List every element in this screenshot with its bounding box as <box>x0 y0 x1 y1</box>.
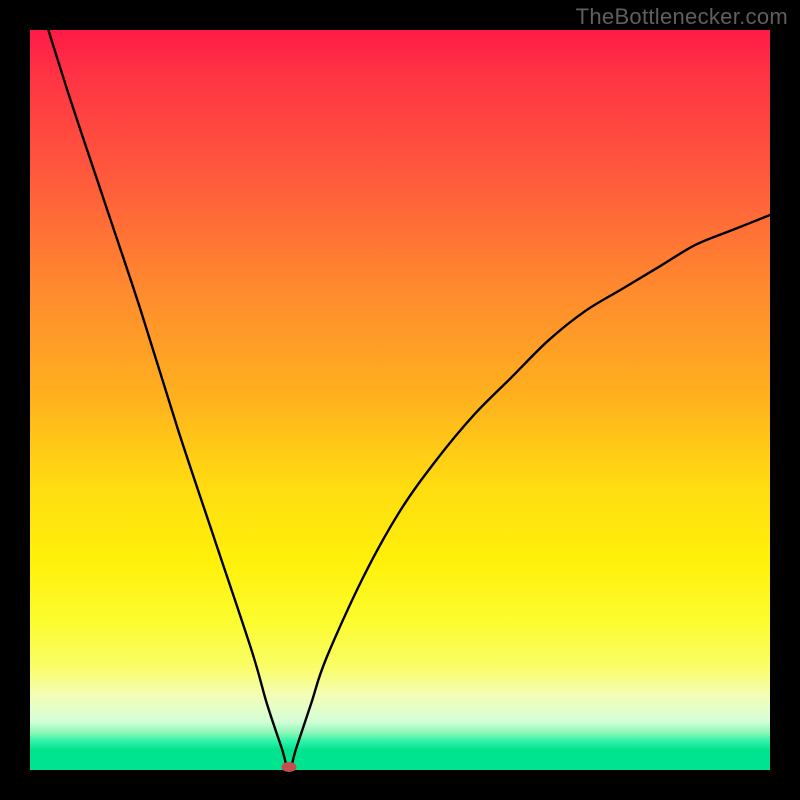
bottleneck-curve <box>30 0 770 770</box>
chart-svg <box>30 30 770 770</box>
attribution-text: TheBottlenecker.com <box>576 4 788 30</box>
optimum-marker <box>282 763 296 772</box>
chart-frame: TheBottlenecker.com <box>0 0 800 800</box>
plot-area <box>30 30 770 770</box>
